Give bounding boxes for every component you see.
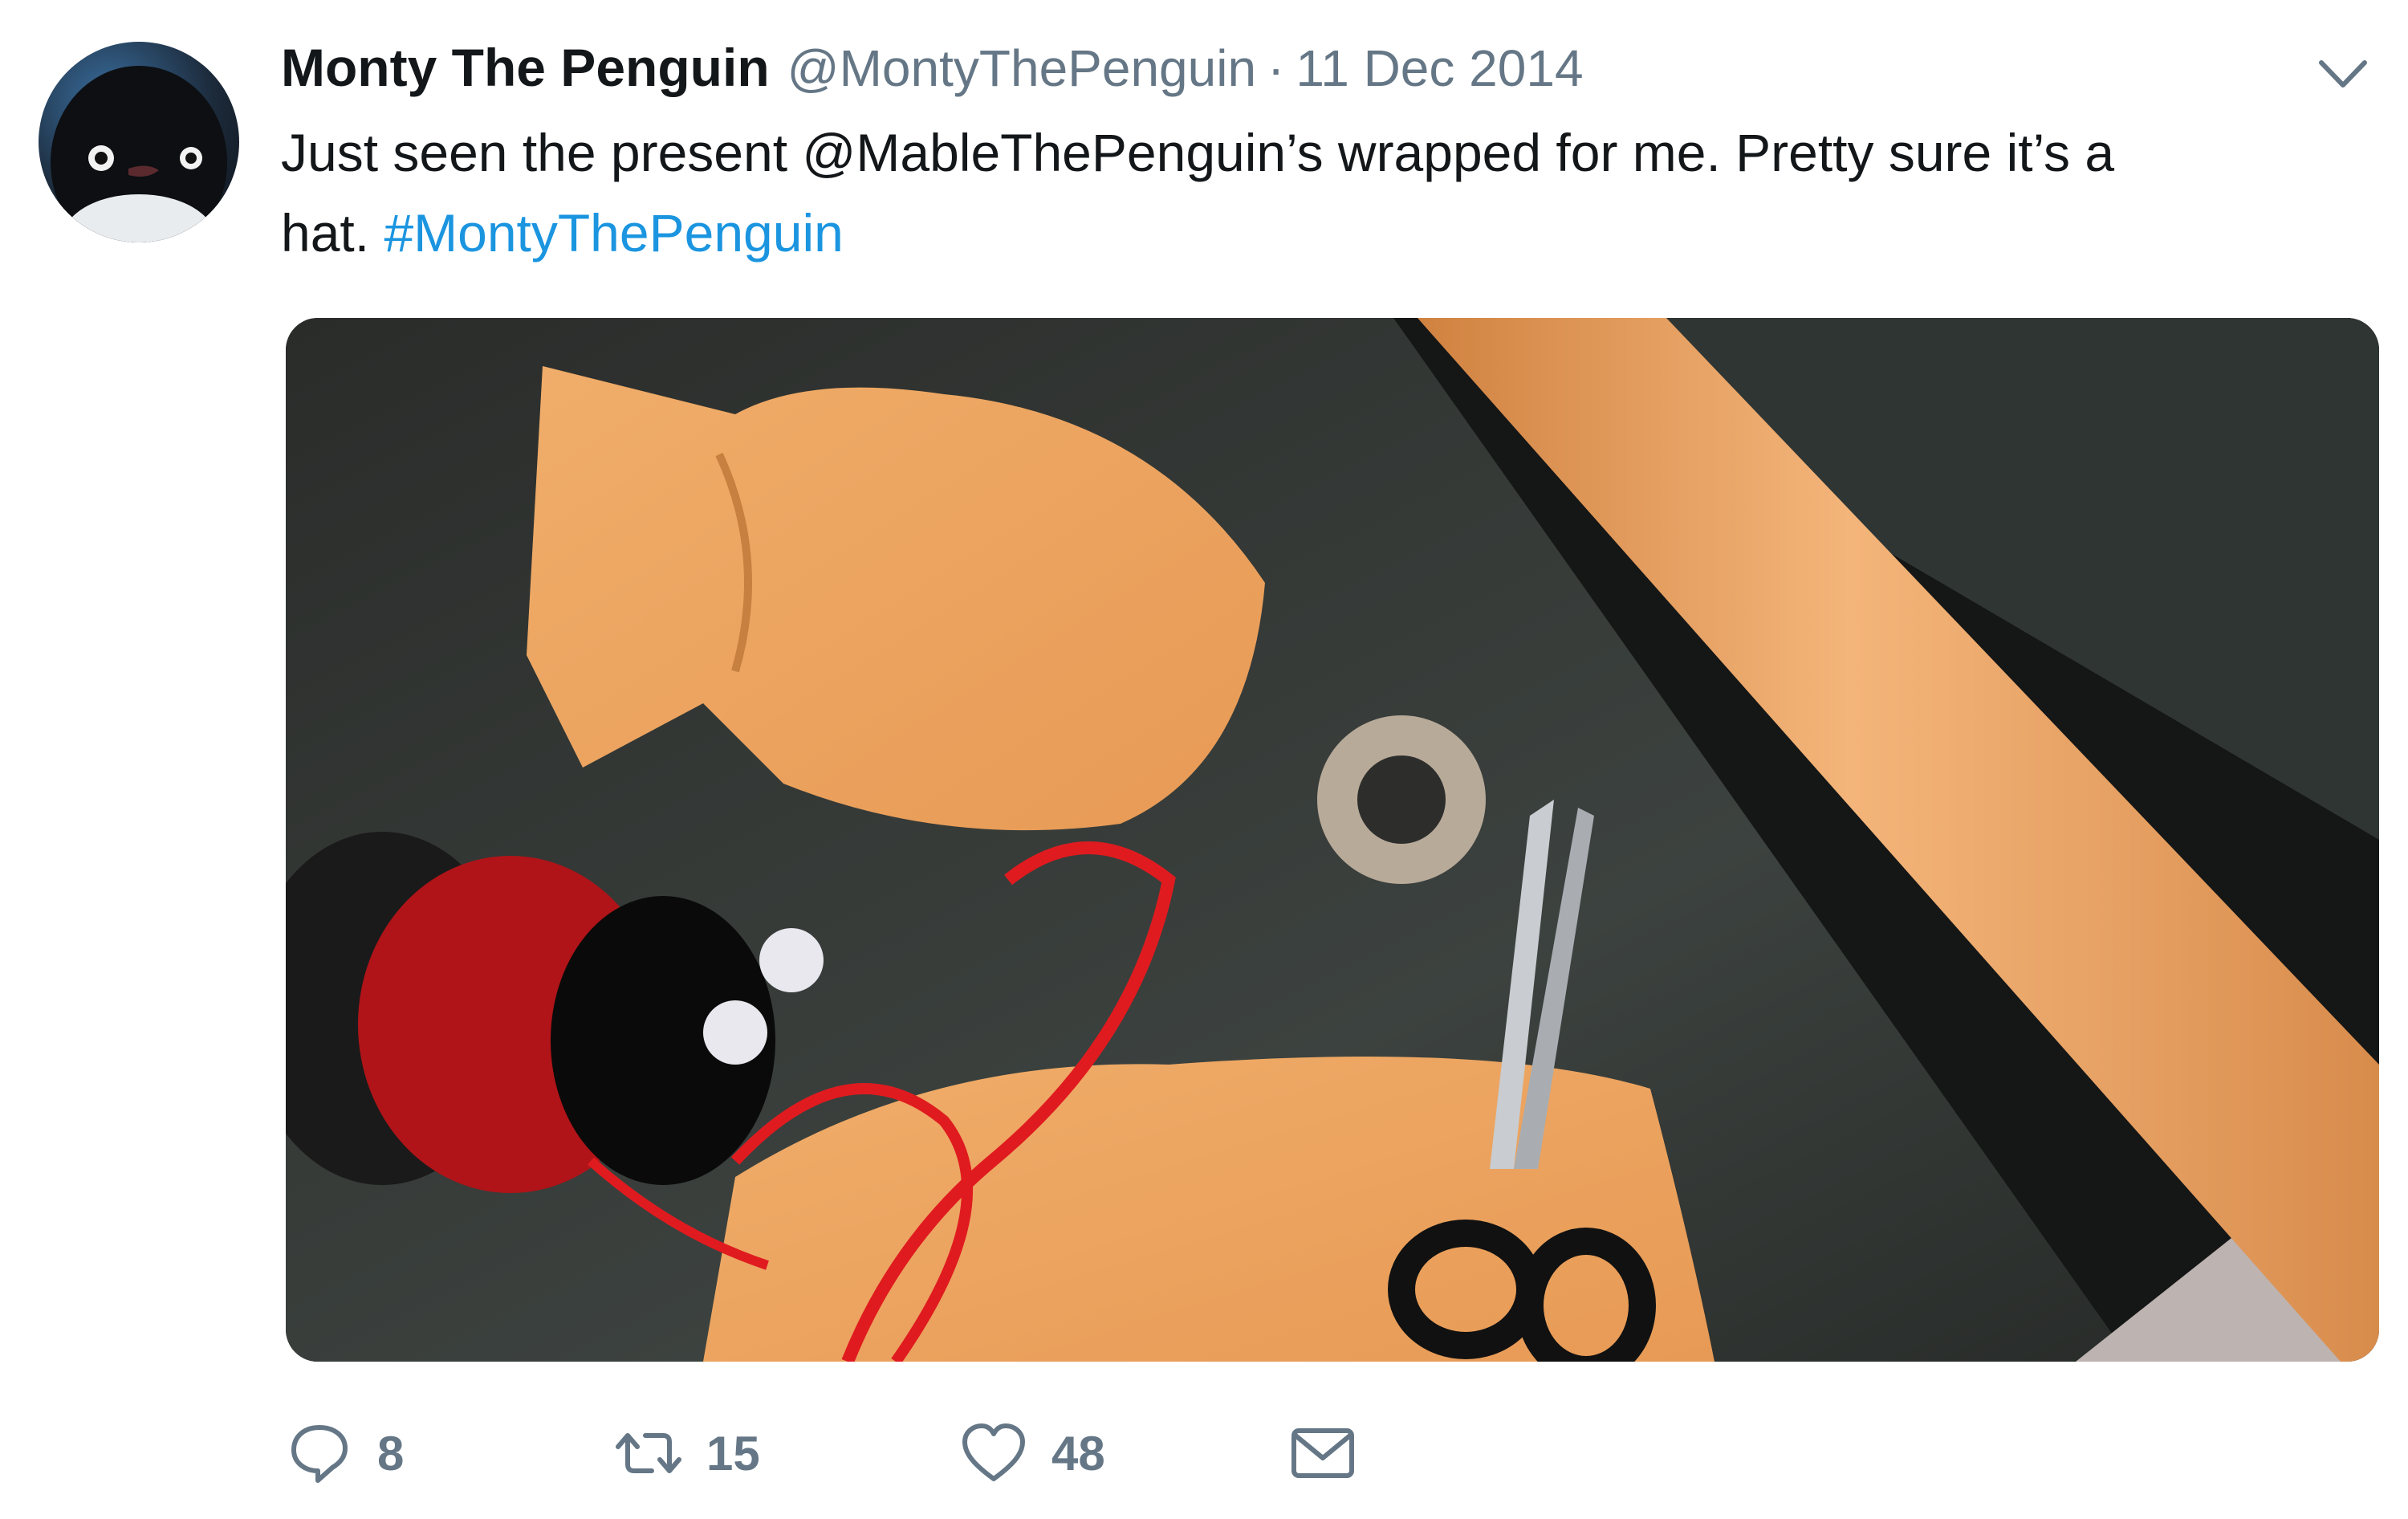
reply-icon xyxy=(291,1425,348,1483)
like-button[interactable]: 48 xyxy=(960,1417,1105,1489)
tweet-header: Monty The Penguin @MontyThePenguin · 11 … xyxy=(281,37,1584,101)
user-handle[interactable]: @MontyThePenguin xyxy=(787,39,1256,98)
envelope-icon xyxy=(1291,1428,1354,1478)
tweet-actions: 8 15 48 xyxy=(286,1417,2212,1489)
tweet-text-line-2: hat. #MontyThePenguin xyxy=(281,193,2368,273)
heart-icon xyxy=(962,1423,1025,1481)
retweet-count: 15 xyxy=(706,1426,760,1480)
reply-count: 8 xyxy=(377,1426,405,1480)
tweet-text-line-1: Just seen the present @MableThePenguin’s… xyxy=(281,123,2115,182)
retweet-button[interactable]: 15 xyxy=(615,1417,760,1489)
tweet-text-hat: hat. xyxy=(281,203,370,263)
penguin-avatar-icon xyxy=(51,66,227,242)
tweet-date[interactable]: 11 Dec 2014 xyxy=(1296,39,1583,98)
avatar[interactable] xyxy=(39,42,239,242)
like-count: 48 xyxy=(1051,1426,1105,1480)
hashtag-link[interactable]: #MontyThePenguin xyxy=(384,203,843,263)
retweet-icon xyxy=(616,1433,681,1473)
chevron-down-icon[interactable] xyxy=(2316,56,2369,92)
separator-dot: · xyxy=(1267,39,1285,97)
direct-message-button[interactable] xyxy=(1289,1417,1357,1489)
reply-button[interactable]: 8 xyxy=(286,1417,404,1489)
tweet-photo[interactable] xyxy=(286,318,2379,1362)
display-name[interactable]: Monty The Penguin xyxy=(281,37,770,98)
tweet-text: Just seen the present @MableThePenguin’s… xyxy=(281,112,2368,273)
